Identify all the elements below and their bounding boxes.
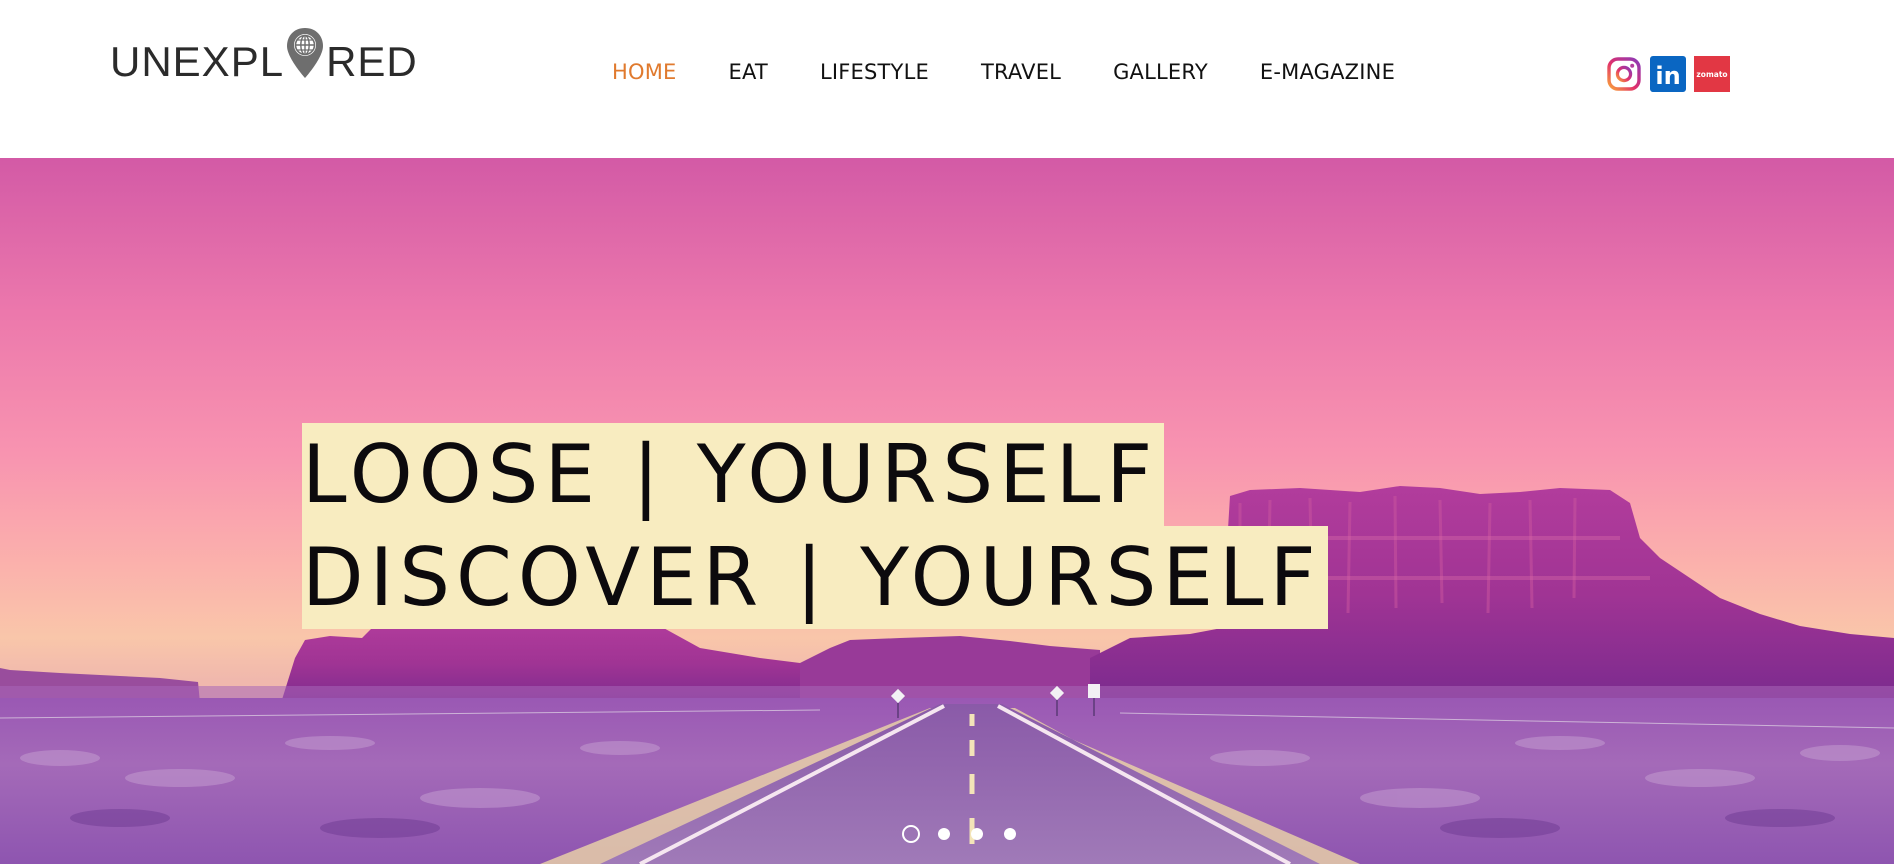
nav-link-eat[interactable]: EAT [729,60,768,84]
slide-dot-2[interactable] [938,828,950,840]
nav-item-gallery: GALLERY [1113,60,1208,84]
nav-link-home[interactable]: HOME [612,60,677,84]
nav-link-lifestyle[interactable]: LIFESTYLE [820,60,929,84]
nav-link-emagazine[interactable]: E-MAGAZINE [1260,60,1395,84]
hero-headline: LOOSE | YOURSELF DISCOVER | YOURSELF [302,423,1328,629]
nav-link-gallery[interactable]: GALLERY [1113,60,1208,84]
site-logo[interactable]: UNEXPL RED [110,28,418,92]
nav-item-emagazine: E-MAGAZINE [1260,60,1395,84]
site-header: UNEXPL RED HOME EAT LIFESTYLE TRAVEL GAL… [0,0,1894,158]
slide-dot-3[interactable] [971,828,983,840]
globe-pin-icon [285,26,325,86]
slide-dot-4[interactable] [1004,828,1016,840]
social-links: in zomato [1606,56,1730,92]
nav-item-eat: EAT [729,60,768,84]
svg-text:zomato: zomato [1696,70,1727,79]
linkedin-icon[interactable]: in [1650,56,1686,92]
main-nav: HOME EAT LIFESTYLE TRAVEL GALLERY E-MAGA… [612,54,1395,90]
nav-item-home: HOME [612,60,677,84]
svg-text:in: in [1655,62,1680,90]
slide-dot-1[interactable] [902,825,920,843]
logo-text-left: UNEXPL [110,38,285,85]
nav-item-travel: TRAVEL [981,60,1061,84]
slideshow-navigation [902,825,1016,843]
logo-text-right: RED [326,38,418,85]
nav-link-travel[interactable]: TRAVEL [981,60,1061,84]
hero-headline-line-1: LOOSE | YOURSELF [302,423,1165,526]
instagram-icon[interactable] [1606,56,1642,92]
zomato-icon[interactable]: zomato [1694,56,1730,92]
hero-slideshow: LOOSE | YOURSELF DISCOVER | YOURSELF [0,158,1894,864]
nav-item-lifestyle: LIFESTYLE [820,60,929,84]
hero-headline-line-2: DISCOVER | YOURSELF [302,526,1328,629]
